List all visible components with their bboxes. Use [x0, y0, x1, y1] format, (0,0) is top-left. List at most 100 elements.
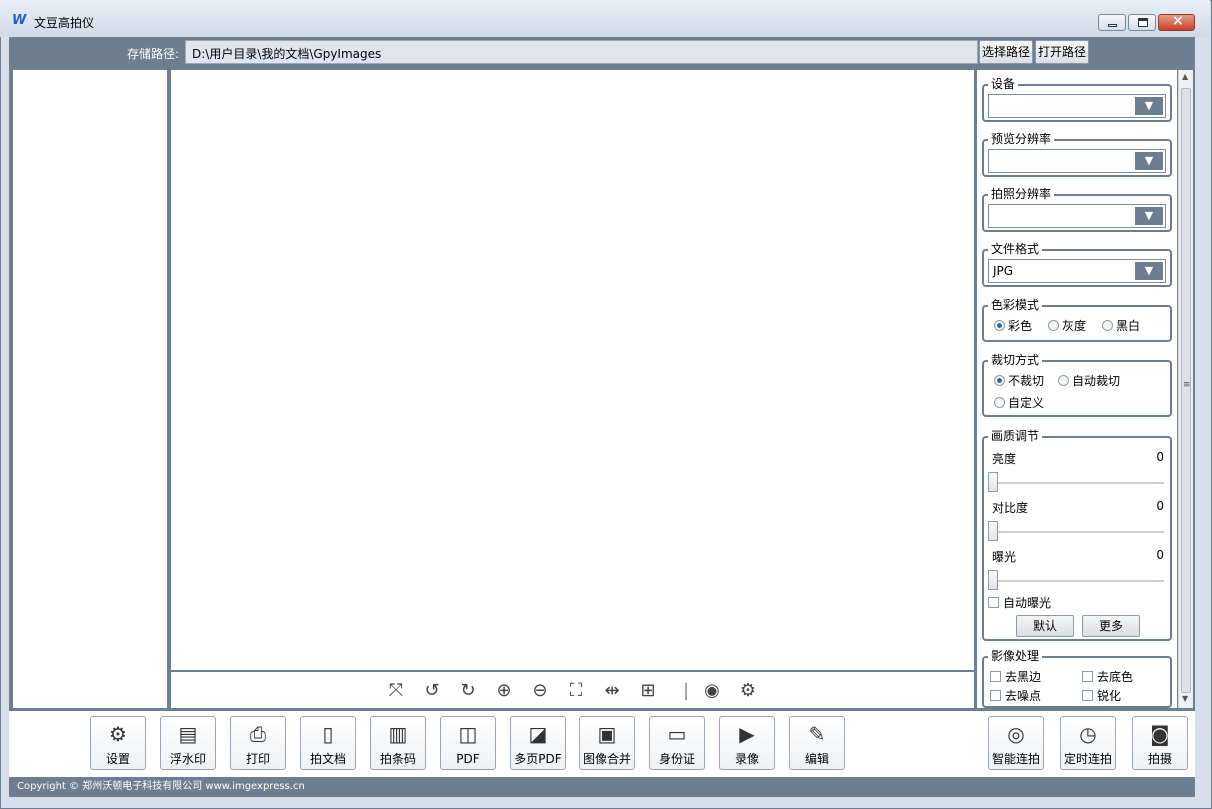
exposure-value: 0 — [1156, 548, 1164, 562]
remove-black-border-checkbox[interactable]: 去黑边 — [990, 669, 1041, 685]
document-icon: ▯ — [322, 722, 334, 746]
image-merge-icon: ▣ — [597, 722, 617, 746]
open-path-button[interactable]: 打开路径 — [1035, 40, 1089, 64]
color-mode-bw-radio[interactable]: 黑白 — [1102, 318, 1140, 334]
smart-burst-camera-icon: ◎ — [1007, 722, 1025, 746]
camera-shutter-icon: ◙ — [1150, 722, 1170, 746]
chevron-down-icon[interactable]: ▼ — [1135, 262, 1163, 280]
crop-none-radio[interactable]: 不裁切 — [994, 373, 1044, 389]
image-merge-button[interactable]: ▣ 图像合并 — [579, 716, 635, 770]
app-logo-icon: W — [12, 13, 27, 28]
pdf-button[interactable]: ◫ PDF — [440, 716, 496, 770]
maximize-button[interactable] — [1128, 14, 1156, 31]
record-button[interactable]: ▶ 录像 — [719, 716, 775, 770]
scroll-grip-icon: ≡ — [1183, 380, 1191, 390]
status-bar: Copyright © 郑州沃顿电子科技有限公司 www.imgexpress.… — [9, 777, 1195, 797]
multi-page-pdf-button[interactable]: ◪ 多页PDF — [510, 716, 566, 770]
select-path-button[interactable]: 选择路径 — [979, 40, 1033, 64]
crop-mode-title: 裁切方式 — [988, 352, 1043, 368]
scroll-down-icon[interactable]: ▼ — [1182, 694, 1188, 703]
file-format-select[interactable]: JPG ▼ — [988, 259, 1166, 283]
preview-area[interactable] — [171, 70, 974, 670]
contrast-value: 0 — [1156, 499, 1164, 513]
camera-settings-icon[interactable]: ⚙ — [737, 680, 759, 702]
pdf-icon: ◫ — [458, 722, 478, 746]
preview-resolution-title: 预览分辨率 — [988, 131, 1055, 147]
barcode-button[interactable]: ▥ 拍条码 — [370, 716, 426, 770]
crop-custom-radio[interactable]: 自定义 — [994, 395, 1044, 411]
path-label: 存储路径: — [127, 47, 180, 61]
image-processing-title: 影像处理 — [988, 648, 1043, 664]
path-input[interactable]: D:\用户目录\我的文档\GpyImages — [185, 40, 978, 64]
settings-button[interactable]: ⚙ 设置 — [90, 716, 146, 770]
id-card-icon: ▭ — [667, 722, 687, 746]
exposure-track[interactable] — [992, 580, 1164, 582]
preview-resolution-select[interactable]: ▼ — [988, 149, 1166, 173]
color-mode-group: 色彩模式 彩色 灰度 黑白 — [982, 297, 1172, 342]
maximize-icon — [1138, 18, 1148, 27]
actual-size-icon[interactable]: ⛶ — [565, 680, 587, 702]
capture-button[interactable]: ◙ 拍摄 — [1132, 716, 1188, 770]
capture-resolution-select[interactable]: ▼ — [988, 204, 1166, 228]
capture-resolution-title: 拍照分辨率 — [988, 186, 1055, 202]
rotate-right-icon[interactable]: ↻ — [457, 680, 479, 702]
crop-mode-group: 裁切方式 不裁切 自动裁切 自定义 — [982, 352, 1172, 417]
sharpen-checkbox[interactable]: 锐化 — [1082, 688, 1121, 704]
exposure-slider-thumb[interactable] — [988, 570, 998, 590]
close-button[interactable]: × — [1158, 13, 1195, 31]
print-button[interactable]: ⎙ 打印 — [230, 716, 286, 770]
barcode-icon: ▥ — [388, 722, 408, 746]
device-title: 设备 — [988, 76, 1019, 92]
default-button[interactable]: 默认 — [1016, 615, 1074, 637]
scroll-thumb[interactable] — [1181, 88, 1191, 693]
brightness-slider-thumb[interactable] — [988, 472, 998, 492]
smart-burst-button[interactable]: ◎ 智能连拍 — [988, 716, 1044, 770]
capture-resolution-group: 拍照分辨率 ▼ — [982, 186, 1172, 232]
scroll-up-icon[interactable]: ▲ — [1182, 72, 1188, 81]
contrast-track[interactable] — [992, 531, 1164, 533]
brightness-track[interactable] — [992, 482, 1164, 484]
auto-exposure-checkbox[interactable]: 自动曝光 — [988, 595, 1051, 611]
quality-title: 画质调节 — [988, 428, 1043, 444]
timed-burst-button[interactable]: ◷ 定时连拍 — [1060, 716, 1116, 770]
color-mode-title: 色彩模式 — [988, 297, 1043, 313]
rotate-left-icon[interactable]: ↺ — [421, 680, 443, 702]
watermark-button[interactable]: ▤ 浮水印 — [160, 716, 216, 770]
title-bar: W 文豆高拍仪 × — [0, 0, 1210, 37]
video-camera-icon: ▶ — [739, 722, 755, 746]
quality-group: 画质调节 亮度 0 对比度 0 曝光 0 自动曝光 默认 更多 — [982, 428, 1172, 641]
chevron-down-icon[interactable]: ▼ — [1135, 207, 1163, 225]
more-button[interactable]: 更多 — [1082, 615, 1140, 637]
color-mode-color-radio[interactable]: 彩色 — [994, 318, 1032, 334]
preview-resolution-group: 预览分辨率 ▼ — [982, 131, 1172, 177]
edit-button[interactable]: ✎ 编辑 — [789, 716, 845, 770]
gear-icon: ⚙ — [109, 722, 127, 746]
device-select[interactable]: ▼ — [988, 94, 1166, 118]
chevron-down-icon[interactable]: ▼ — [1135, 152, 1163, 170]
crop-auto-radio[interactable]: 自动裁切 — [1058, 373, 1120, 389]
toolbar-separator: | — [682, 680, 690, 701]
chevron-down-icon[interactable]: ▼ — [1135, 97, 1163, 115]
contrast-slider-thumb[interactable] — [988, 521, 998, 541]
minimize-icon — [1108, 24, 1117, 27]
multi-pdf-icon: ◪ — [528, 722, 548, 746]
preview-toolbar: ⤧ ↺ ↻ ⊕ ⊖ ⛶ ⇹ ⊞ | ◉ ⚙ — [171, 672, 974, 708]
zoom-in-icon[interactable]: ⊕ — [493, 680, 515, 702]
id-card-button[interactable]: ▭ 身份证 — [649, 716, 705, 770]
color-mode-gray-radio[interactable]: 灰度 — [1048, 318, 1086, 334]
camera-icon[interactable]: ◉ — [701, 680, 723, 702]
fit-width-icon[interactable]: ⇹ — [601, 680, 623, 702]
fit-screen-icon[interactable]: ⤧ — [385, 680, 407, 702]
brightness-value: 0 — [1156, 450, 1164, 464]
minimize-button[interactable] — [1098, 14, 1126, 31]
watermark-icon: ▤ — [178, 722, 198, 746]
device-group: 设备 ▼ — [982, 76, 1172, 122]
thumbnail-pane[interactable] — [13, 70, 167, 708]
contrast-label: 对比度 — [992, 501, 1029, 515]
remove-background-checkbox[interactable]: 去底色 — [1082, 669, 1133, 685]
crop-select-icon[interactable]: ⊞ — [637, 680, 659, 702]
settings-scrollbar[interactable]: ▲ ≡ ▼ — [1178, 70, 1193, 708]
zoom-out-icon[interactable]: ⊖ — [529, 680, 551, 702]
capture-document-button[interactable]: ▯ 拍文档 — [300, 716, 356, 770]
denoise-checkbox[interactable]: 去噪点 — [990, 688, 1041, 704]
